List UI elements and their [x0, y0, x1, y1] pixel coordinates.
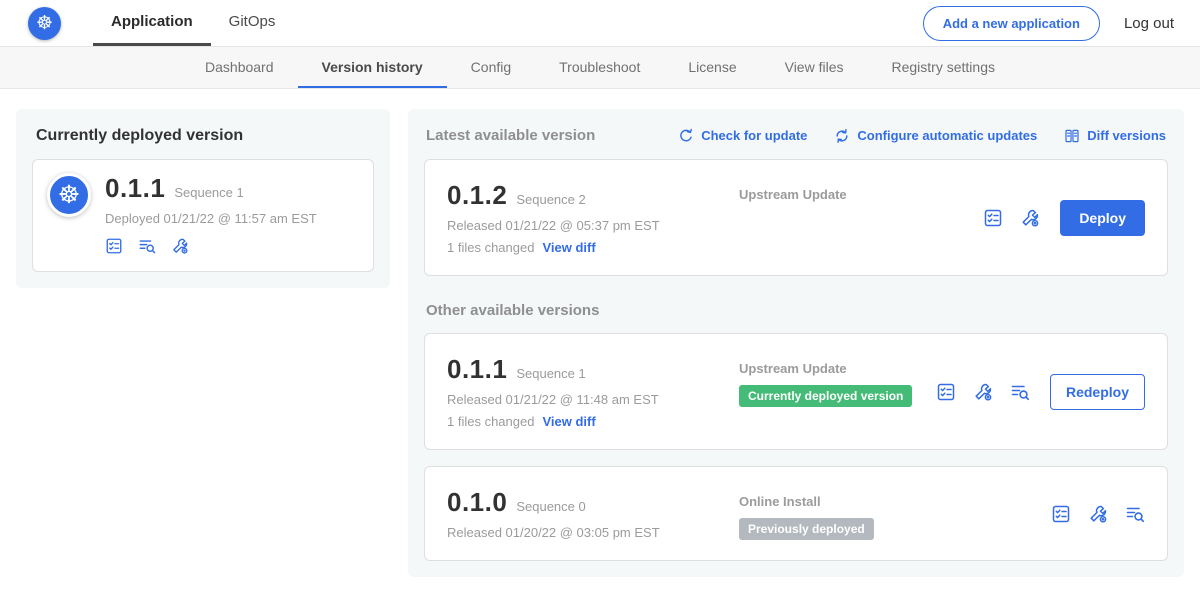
configure-automatic-updates-label: Configure automatic updates [857, 128, 1037, 143]
diff-versions-label: Diff versions [1087, 128, 1166, 143]
refresh-icon [678, 128, 694, 144]
panel-actions: Check for update Configure automatic upd… [678, 128, 1166, 144]
deployed-timestamp: Deployed 01/21/22 @ 11:57 am EST [105, 211, 317, 226]
deployed-version-number: 0.1.1 [105, 173, 165, 204]
latest-files-changed: 1 files changed [447, 240, 534, 255]
released-timestamp: Released 01/21/22 @ 11:48 am EST [447, 392, 739, 407]
logout-link[interactable]: Log out [1124, 15, 1174, 32]
deploy-button[interactable]: Deploy [1060, 200, 1145, 236]
header-right: Add a new application Log out [923, 6, 1174, 41]
edit-config-icon[interactable] [973, 382, 993, 402]
released-timestamp: Released 01/20/22 @ 03:05 pm EST [447, 525, 739, 540]
check-for-update-link[interactable]: Check for update [678, 128, 807, 144]
version-number: 0.1.1 [447, 354, 507, 385]
version-card-0-1-1: 0.1.1 Sequence 1 Released 01/21/22 @ 11:… [424, 333, 1168, 450]
auto-update-icon [834, 128, 850, 144]
source-label: Upstream Update [739, 361, 936, 376]
deployed-version-card: ☸ 0.1.1 Sequence 1 Deployed 01/21/22 @ 1… [32, 159, 374, 272]
release-notes-icon[interactable] [1051, 504, 1071, 524]
latest-view-diff-link[interactable]: View diff [542, 240, 595, 255]
view-files-icon[interactable] [1125, 504, 1145, 524]
currently-deployed-title: Currently deployed version [36, 127, 374, 145]
files-changed: 1 files changed [447, 414, 534, 429]
view-files-icon[interactable] [138, 237, 156, 255]
latest-source-label: Upstream Update [739, 187, 983, 202]
redeploy-button[interactable]: Redeploy [1050, 374, 1145, 410]
kubernetes-logo-icon: ☸ [28, 7, 61, 40]
currently-deployed-badge: Currently deployed version [739, 385, 912, 407]
release-notes-icon[interactable] [983, 208, 1003, 228]
configure-automatic-updates-link[interactable]: Configure automatic updates [834, 128, 1037, 144]
available-versions-panel: Latest available version Check for updat… [408, 109, 1184, 577]
app-header: ☸ Application GitOps Add a new applicati… [0, 0, 1200, 47]
subnav-item-license[interactable]: License [664, 47, 760, 88]
tab-application[interactable]: Application [93, 0, 211, 46]
subnav-item-config[interactable]: Config [447, 47, 535, 88]
subnav-item-dashboard[interactable]: Dashboard [181, 47, 298, 88]
deployed-actions [105, 237, 359, 255]
view-diff-link[interactable]: View diff [542, 414, 595, 429]
app-logo-icon: ☸ [47, 173, 91, 217]
kubernetes-logo-glyph: ☸ [36, 14, 53, 33]
main-content: Currently deployed version ☸ 0.1.1 Seque… [0, 89, 1200, 597]
app-subnav: Dashboard Version history Config Trouble… [0, 47, 1200, 89]
header-tabs: Application GitOps [93, 0, 293, 46]
previously-deployed-badge: Previously deployed [739, 518, 874, 540]
version-sequence: Sequence 0 [516, 499, 585, 514]
release-notes-icon[interactable] [105, 237, 123, 255]
view-files-icon[interactable] [1010, 382, 1030, 402]
diff-icon [1064, 128, 1080, 144]
source-label: Online Install [739, 494, 1051, 509]
latest-version-number: 0.1.2 [447, 180, 507, 211]
latest-available-title: Latest available version [426, 127, 595, 144]
version-sequence: Sequence 1 [516, 366, 585, 381]
check-for-update-label: Check for update [701, 128, 807, 143]
latest-released-timestamp: Released 01/21/22 @ 05:37 pm EST [447, 218, 739, 233]
app-logo-glyph: ☸ [58, 183, 80, 208]
add-application-button[interactable]: Add a new application [923, 6, 1100, 41]
tab-gitops[interactable]: GitOps [211, 0, 294, 46]
diff-versions-link[interactable]: Diff versions [1064, 128, 1166, 144]
currently-deployed-panel: Currently deployed version ☸ 0.1.1 Seque… [16, 109, 390, 288]
edit-config-icon[interactable] [1020, 208, 1040, 228]
version-card-0-1-0: 0.1.0 Sequence 0 Released 01/20/22 @ 03:… [424, 466, 1168, 561]
edit-config-icon[interactable] [1088, 504, 1108, 524]
edit-config-icon[interactable] [171, 237, 189, 255]
deployed-sequence: Sequence 1 [174, 185, 243, 200]
version-card-latest: 0.1.2 Sequence 2 Released 01/21/22 @ 05:… [424, 159, 1168, 276]
other-versions-title: Other available versions [426, 302, 1166, 319]
subnav-item-view-files[interactable]: View files [761, 47, 868, 88]
subnav-item-version-history[interactable]: Version history [298, 47, 447, 88]
release-notes-icon[interactable] [936, 382, 956, 402]
subnav-item-troubleshoot[interactable]: Troubleshoot [535, 47, 664, 88]
latest-sequence: Sequence 2 [516, 192, 585, 207]
version-number: 0.1.0 [447, 487, 507, 518]
subnav-item-registry-settings[interactable]: Registry settings [868, 47, 1019, 88]
